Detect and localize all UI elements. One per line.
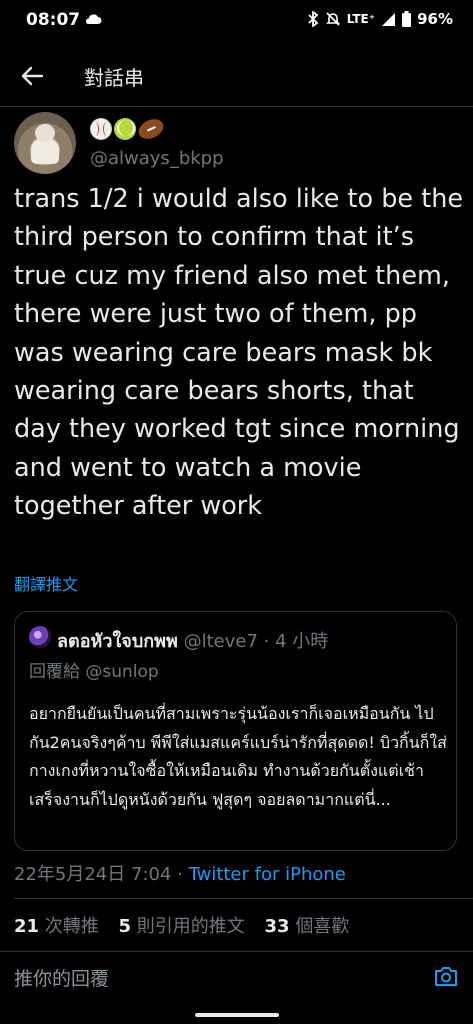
author-avatar[interactable] (14, 112, 76, 174)
tweet-timestamp: 22年5月24日 7:04 · Twitter for iPhone (14, 860, 346, 886)
stats-divider-top (14, 898, 473, 899)
bluetooth-icon (308, 11, 319, 27)
status-time: 08:07 (26, 10, 81, 30)
battery-icon (402, 11, 412, 27)
author-display-name[interactable] (90, 115, 167, 143)
tweet-text: trans 1/2 i would also like to be the th… (14, 184, 464, 522)
battery-level: 96% (417, 10, 453, 28)
football-icon (135, 115, 167, 143)
timestamp-text: 22年5月24日 7:04 · (14, 864, 189, 885)
quoted-author-name: ลตอหัวใจบกพพ (57, 631, 178, 652)
mute-icon (325, 12, 340, 26)
reply-input[interactable]: 推你的回覆 (14, 964, 109, 991)
cloud-icon (85, 14, 102, 24)
quotes-label: 則引用的推文 (131, 916, 245, 937)
retweets-stat[interactable]: 21 次轉推 (14, 916, 99, 937)
quotes-count: 5 (118, 916, 132, 937)
likes-label: 個喜歡 (289, 916, 350, 937)
status-bar: 08:07 LTE⁺ 96% (0, 0, 473, 42)
quoted-replying-to: 回覆給 @sunlop (29, 662, 159, 682)
tennis-ball-icon (114, 118, 136, 140)
reply-composer: 推你的回覆 (0, 951, 473, 1002)
camera-icon[interactable] (433, 964, 459, 988)
retweets-count: 21 (14, 916, 40, 937)
quoted-tweet-header: ลตอหัวใจบกพพ @lteve7 · 4 小時 (57, 626, 328, 655)
page-title: 對話串 (84, 66, 144, 90)
quoted-tweet-text: อยากยืนยันเป็นคนที่สามเพราะรุ่นน้องเราก็… (29, 704, 447, 809)
network-type: LTE⁺ (346, 12, 376, 26)
signal-icon (382, 12, 396, 26)
quoted-author-handle-time: @lteve7 · 4 小時 (177, 631, 329, 652)
likes-count: 33 (264, 916, 290, 937)
header-divider (0, 106, 473, 107)
top-nav: 對話串 (0, 50, 473, 102)
quoted-author-avatar (29, 626, 51, 648)
status-icons: LTE⁺ 96% (307, 10, 453, 28)
quotes-stat[interactable]: 5 則引用的推文 (119, 916, 245, 937)
author-handle[interactable]: @always_bkpp (90, 148, 224, 169)
likes-stat[interactable]: 33 個喜歡 (265, 916, 350, 937)
translate-tweet-link[interactable]: 翻譯推文 (14, 571, 78, 595)
baseball-icon (90, 118, 112, 140)
retweets-label: 次轉推 (39, 916, 99, 937)
tweet-stats: 21 次轉推 5 則引用的推文 33 個喜歡 (14, 912, 349, 938)
tweet-source-link[interactable]: Twitter for iPhone (189, 864, 346, 885)
quoted-tweet-card[interactable]: ลตอหัวใจบกพพ @lteve7 · 4 小時 回覆給 @sunlop … (14, 611, 457, 851)
gesture-bar (195, 1013, 279, 1017)
back-arrow-icon[interactable] (18, 62, 46, 90)
